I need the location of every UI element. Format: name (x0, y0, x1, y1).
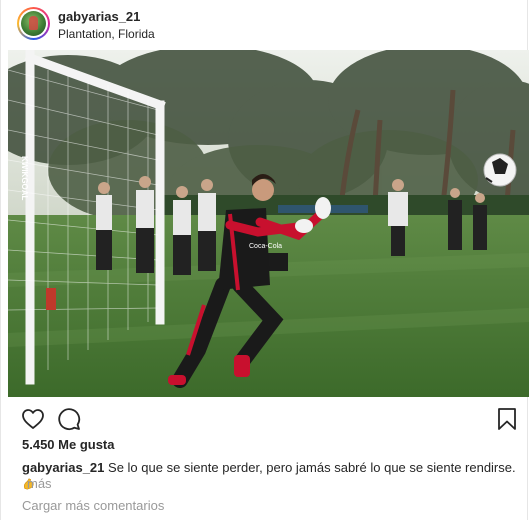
post-username[interactable]: gabyarias_21 (58, 9, 140, 24)
comment-icon (58, 408, 81, 431)
save-button[interactable] (495, 407, 519, 431)
avatar-ring (19, 9, 48, 38)
comment-button[interactable] (57, 407, 81, 431)
more-link[interactable]: más (27, 476, 52, 491)
post-photo[interactable]: KWIKGOAL Coca-Cola (8, 50, 529, 397)
avatar[interactable] (17, 7, 50, 40)
load-more-comments-link[interactable]: Cargar más comentarios (22, 498, 164, 513)
avatar-image (21, 11, 46, 36)
like-button[interactable] (21, 407, 45, 431)
post-caption: gabyarias_21 Se lo que se siente perder,… (22, 459, 517, 493)
caption-text: Se lo que se siente perder, pero jamás s… (108, 460, 516, 475)
bookmark-icon (498, 408, 516, 430)
post-card: gabyarias_21 Plantation, Florida KWIKGOA… (0, 0, 529, 520)
caption-username[interactable]: gabyarias_21 (22, 460, 104, 475)
photo-scene: KWIKGOAL Coca-Cola (8, 50, 529, 397)
net-brand-text: KWIKGOAL (20, 156, 29, 201)
post-location[interactable]: Plantation, Florida (58, 27, 155, 41)
shirt-sponsor-text: Coca-Cola (249, 243, 282, 250)
heart-icon (22, 409, 44, 429)
likes-count[interactable]: 5.450 Me gusta (22, 437, 115, 452)
soccer-ball (483, 153, 517, 187)
post-actions (1, 400, 529, 436)
post-header: gabyarias_21 Plantation, Florida (1, 0, 529, 50)
